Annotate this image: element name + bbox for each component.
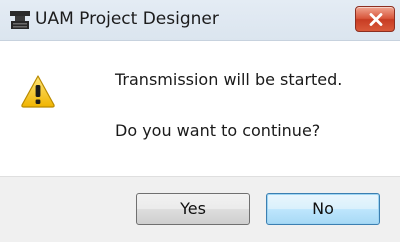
uam-app-icon: [9, 10, 31, 30]
yes-button[interactable]: Yes: [136, 193, 250, 225]
no-button[interactable]: No: [266, 193, 380, 225]
warning-icon: [20, 74, 56, 108]
close-icon: [369, 13, 383, 26]
message-line-2: Do you want to continue?: [115, 121, 321, 140]
message-dialog: UAM Project Designer Transmission will b…: [0, 0, 400, 242]
message-line-1: Transmission will be started.: [115, 70, 343, 89]
message-area: Transmission will be started. Do you wan…: [0, 41, 400, 176]
window-title: UAM Project Designer: [35, 9, 219, 29]
button-bar: Yes No: [0, 176, 400, 242]
close-button[interactable]: [355, 6, 395, 32]
title-bar[interactable]: UAM Project Designer: [0, 0, 400, 41]
